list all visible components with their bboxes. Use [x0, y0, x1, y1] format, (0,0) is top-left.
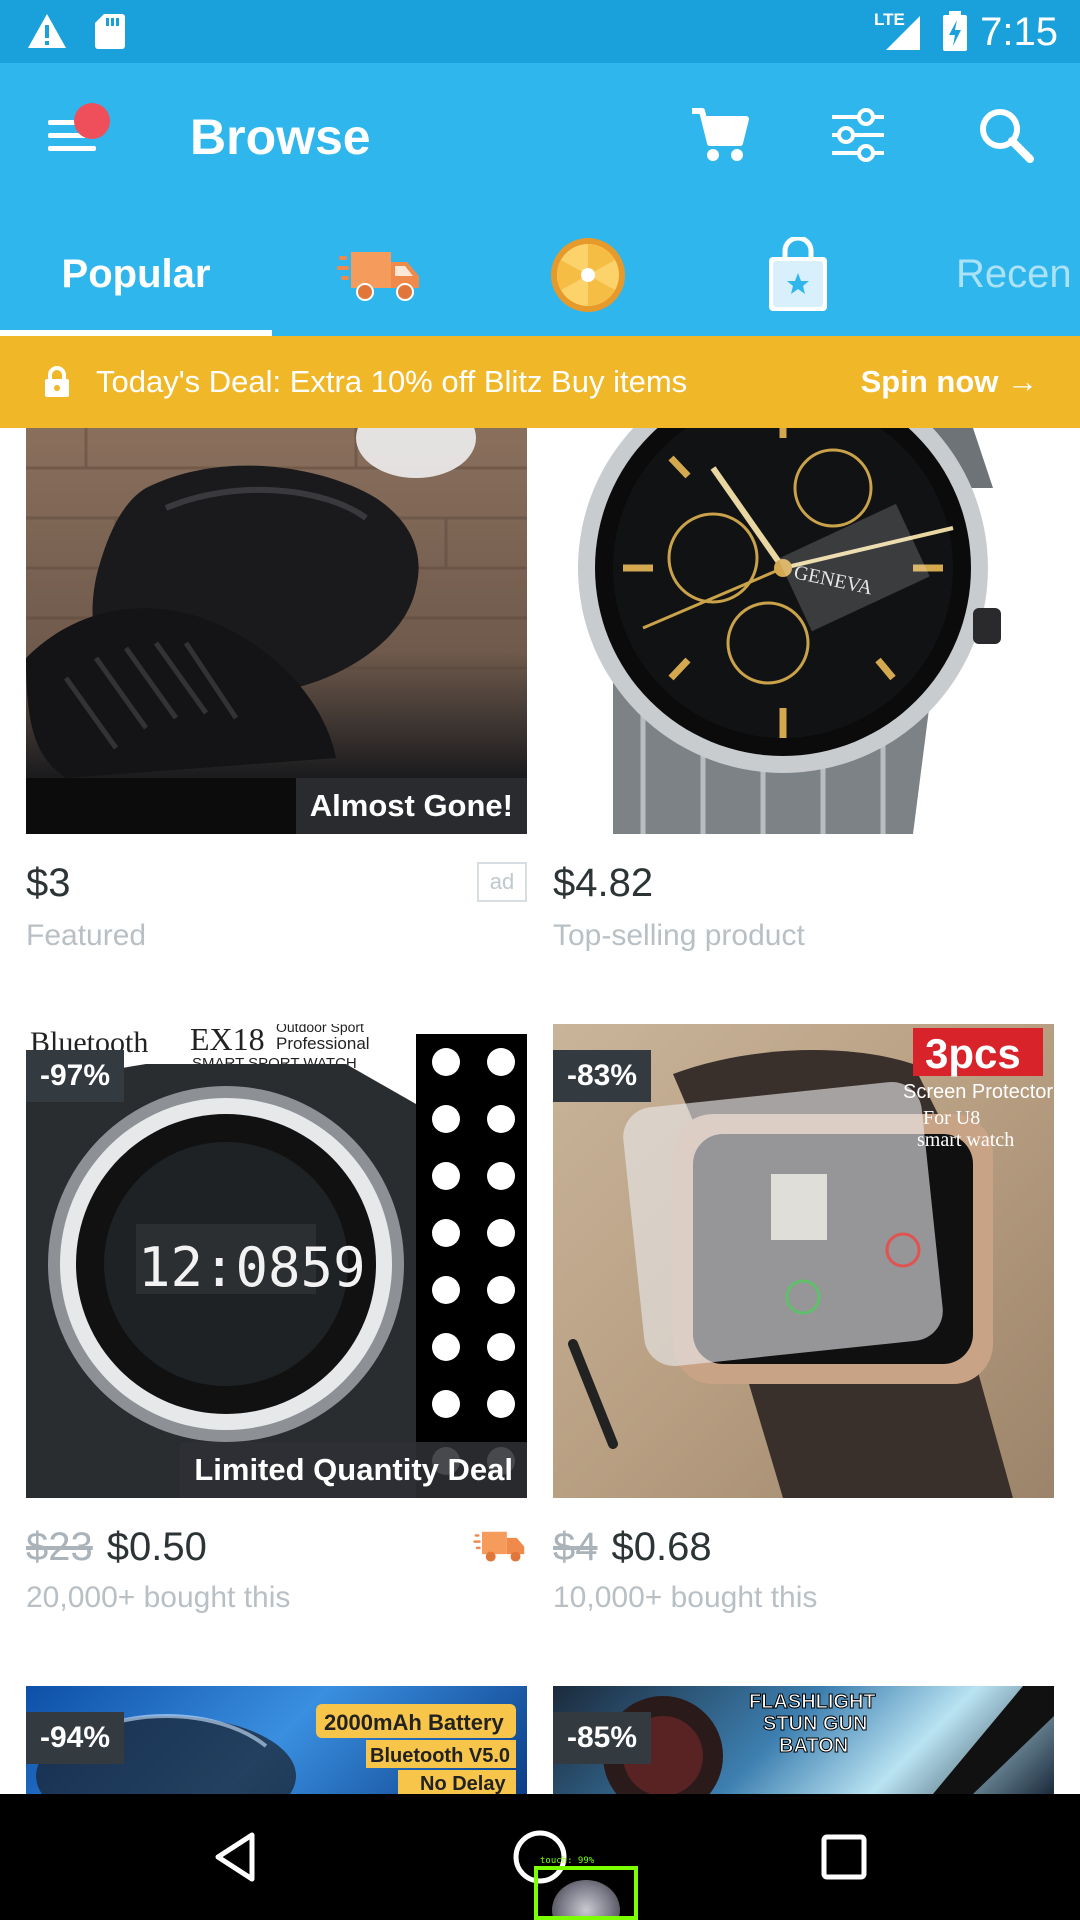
product-subtitle: 20,000+ bought this [26, 1581, 291, 1614]
discount-badge: -97% [26, 1050, 125, 1102]
earbuds-text-2: Bluetooth V5.0 [370, 1745, 510, 1767]
discount-badge: -85% [553, 1712, 652, 1764]
spin-wheel-icon [551, 237, 625, 312]
current-price: $0.50 [106, 1525, 207, 1569]
product-grid: Almost Gone! $3 ad Featured GENEVA $4.82… [0, 428, 1080, 1794]
tab-popular[interactable]: Popular [0, 213, 272, 336]
product-image[interactable]: Almost Gone! [26, 428, 527, 834]
fast-shipping-icon [337, 251, 419, 301]
shoe-image [26, 428, 527, 834]
product-image[interactable]: 2000mAh Battery Bluetooth V5.0 No Delay … [26, 1686, 527, 1794]
product-card[interactable]: 2000mAh Battery Bluetooth V5.0 No Delay … [26, 1686, 527, 1794]
recents-icon[interactable] [814, 1827, 874, 1887]
battery-charging-icon [943, 11, 967, 51]
product-subtitle: Featured [26, 919, 147, 952]
protector-line-1: Screen Protector [903, 1081, 1053, 1103]
stun-gun-text-2: STUN GUN [763, 1713, 867, 1735]
deal-badge: Limited Quantity Deal [180, 1442, 527, 1498]
tab-recent[interactable]: Recen [956, 213, 1080, 336]
back-icon[interactable] [206, 1827, 266, 1887]
earbuds-text-3: No Delay [420, 1773, 506, 1794]
product-subtitle: Top-selling product [553, 919, 805, 952]
product-image[interactable]: 3pcs Screen Protector For U8 smart watch… [553, 1024, 1054, 1498]
watch2-tag-2: Professional [276, 1034, 370, 1053]
protector-count: 3pcs [925, 1030, 1021, 1077]
toolbar: Browse [0, 63, 1080, 213]
product-card[interactable]: Almost Gone! $3 ad Featured [26, 428, 527, 968]
price: $4 $0.68 [553, 1522, 712, 1572]
tab-fast-shipping[interactable] [300, 213, 460, 336]
earbuds-text-1: 2000mAh Battery [324, 1710, 505, 1735]
discount-badge: -83% [553, 1050, 652, 1102]
product-card[interactable]: Bluetooth EX18 Outdoor Sport Professiona… [26, 1024, 527, 1634]
tab-spin-wheel[interactable] [508, 213, 668, 336]
current-price: $4.82 [553, 861, 654, 905]
product-image[interactable]: GENEVA [553, 428, 1054, 834]
stun-gun-text-1: FLASHLIGHT [749, 1691, 876, 1713]
original-price: $4 [553, 1525, 598, 1569]
deal-banner[interactable]: Today's Deal: Extra 10% off Blitz Buy it… [0, 336, 1080, 428]
product-card[interactable]: GENEVA $4.82 Top-selling product [553, 428, 1054, 968]
watch2-model: EX18 [190, 1024, 265, 1057]
original-price: $23 [26, 1525, 93, 1569]
price: $23 $0.50 [26, 1522, 207, 1572]
protector-line-2: For U8 [923, 1107, 980, 1129]
clock: 7:15 [980, 10, 1058, 54]
protector-line-3: smart watch [917, 1129, 1014, 1151]
shopping-bag-star-icon [769, 236, 827, 311]
price: $4.82 [553, 858, 653, 908]
status-bar: LTE 7:15 [0, 0, 1080, 63]
tab-wishlist[interactable] [718, 213, 878, 336]
warning-icon [28, 14, 66, 48]
tab-popular-label: Popular [61, 252, 211, 296]
signal-icon [886, 16, 920, 50]
deal-text: Today's Deal: Extra 10% off Blitz Buy it… [96, 364, 688, 399]
ad-badge: ad [477, 862, 527, 902]
discount-badge: -94% [26, 1712, 125, 1764]
current-price: $0.68 [611, 1525, 712, 1569]
search-icon[interactable] [974, 103, 1038, 167]
notification-dot [74, 103, 110, 139]
watch-image: GENEVA [578, 428, 1001, 834]
stock-badge: Almost Gone! [295, 778, 527, 834]
cart-icon[interactable] [688, 103, 752, 167]
spin-now-link[interactable]: Spin now → [861, 358, 1038, 406]
product-card[interactable]: FLASHLIGHT STUN GUN BATON -85% [553, 1686, 1054, 1794]
current-price: $3 [26, 861, 71, 905]
product-card[interactable]: 3pcs Screen Protector For U8 smart watch… [553, 1024, 1054, 1634]
watch2-time: 12:0859 [138, 1236, 366, 1299]
product-subtitle: 10,000+ bought this [553, 1581, 818, 1614]
product-image[interactable]: FLASHLIGHT STUN GUN BATON -85% [553, 1686, 1054, 1794]
tab-recent-label: Recen [956, 252, 1072, 296]
lock-icon [45, 366, 69, 397]
page-title: Browse [190, 109, 371, 165]
sd-card-icon [95, 14, 125, 49]
touch-indicator-label: touch: 99% [540, 1856, 595, 1866]
category-tabs: Popular Recen [0, 213, 1080, 336]
price: $3 [26, 858, 71, 908]
stun-gun-text-3: BATON [779, 1735, 848, 1757]
filter-icon[interactable] [826, 103, 890, 167]
touch-indicator-box [534, 1866, 638, 1920]
fast-shipping-icon [473, 1531, 525, 1562]
product-image[interactable]: Bluetooth EX18 Outdoor Sport Professiona… [26, 1024, 527, 1498]
